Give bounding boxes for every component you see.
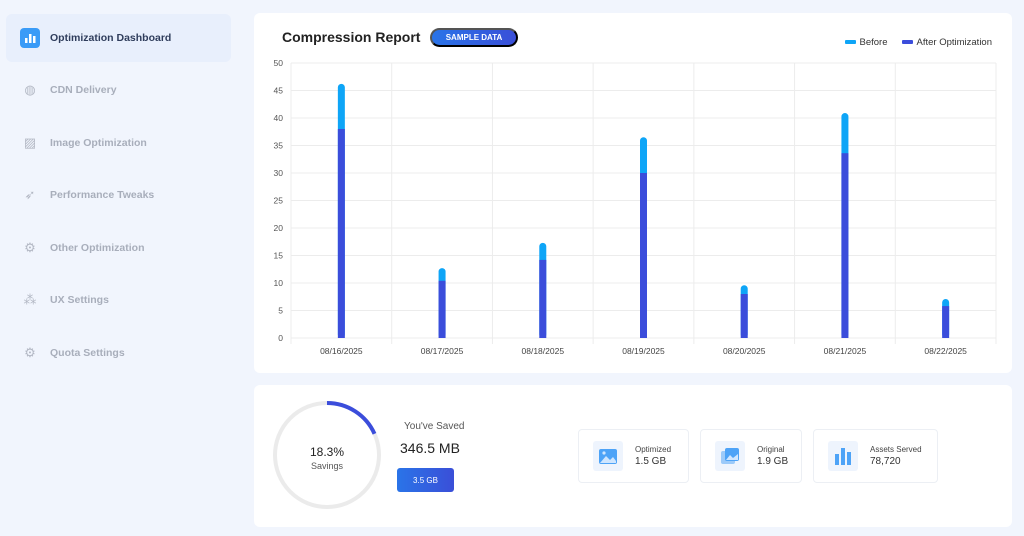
y-tick-label: 35 <box>274 141 284 151</box>
y-tick-label: 50 <box>274 58 284 68</box>
sidebar-item-label: Performance Tweaks <box>50 189 155 201</box>
bar-after <box>942 306 950 338</box>
stat-assets-served: Assets Served 78,720 <box>813 429 938 483</box>
sidebar-item-other-optimization[interactable]: ⚙ Other Optimization <box>6 224 231 272</box>
globe-icon: ◍ <box>24 82 36 97</box>
y-tick-label: 20 <box>274 223 284 233</box>
compression-report-card: Compression Report SAMPLE DATA Before Af… <box>254 13 1012 373</box>
bar-after <box>539 259 547 338</box>
images-icon <box>715 441 745 471</box>
sidebar-item-label: Image Optimization <box>50 137 147 149</box>
sidebar-item-optimization-dashboard[interactable]: Optimization Dashboard <box>6 14 231 62</box>
sidebar-item-quota-settings[interactable]: ⚙ Quota Settings <box>6 329 231 377</box>
saved-value: 346.5 MB <box>400 440 460 456</box>
total-size-button[interactable]: 3.5 GB <box>397 468 454 492</box>
saved-label: You've Saved <box>404 421 465 432</box>
bar-chart-icon <box>20 28 40 48</box>
y-tick-label: 25 <box>274 196 284 206</box>
image-icon <box>593 441 623 471</box>
gear-icon: ⚙ <box>24 345 36 360</box>
x-tick-label: 08/21/2025 <box>824 346 867 356</box>
savings-percent: 18.3% <box>309 445 345 459</box>
y-tick-label: 40 <box>274 113 284 123</box>
bar-after <box>438 280 446 338</box>
y-tick-label: 0 <box>278 333 283 343</box>
sidebar-item-performance-tweaks[interactable]: ➶ Performance Tweaks <box>6 171 231 219</box>
nodes-icon: ⁂ <box>23 292 37 307</box>
y-tick-label: 10 <box>274 278 284 288</box>
sidebar-item-ux-settings[interactable]: ⁂ UX Settings <box>6 276 231 324</box>
x-tick-label: 08/20/2025 <box>723 346 766 356</box>
x-tick-label: 08/22/2025 <box>924 346 967 356</box>
y-tick-label: 45 <box>274 86 284 96</box>
sidebar-item-label: CDN Delivery <box>50 84 117 96</box>
image-icon: ▨ <box>23 135 37 150</box>
bar-after <box>337 129 345 338</box>
sidebar-item-label: Other Optimization <box>50 242 145 254</box>
y-tick-label: 30 <box>274 168 284 178</box>
bar-chart-icon <box>828 441 858 471</box>
stat-original: Original 1.9 GB <box>700 429 802 483</box>
bar-chart: 0 5 10 15 20 25 30 35 40 45 50 08/16/2025 08/17/2025… <box>274 58 997 356</box>
savings-card: 18.3% Savings You've Saved 346.5 MB 3.5 … <box>254 385 1012 527</box>
savings-label: Savings <box>310 461 344 471</box>
gear-icon: ⚙ <box>24 240 36 255</box>
y-tick-label: 15 <box>274 251 284 261</box>
bar-after <box>841 153 849 338</box>
rocket-icon: ➶ <box>24 187 36 202</box>
x-tick-label: 08/16/2025 <box>320 346 363 356</box>
x-tick-label: 08/17/2025 <box>421 346 464 356</box>
sidebar-item-label: Optimization Dashboard <box>50 32 172 44</box>
x-tick-label: 08/19/2025 <box>622 346 665 356</box>
sidebar-item-image-optimization[interactable]: ▨ Image Optimization <box>6 119 231 167</box>
sidebar-item-cdn-delivery[interactable]: ◍ CDN Delivery <box>6 66 231 114</box>
sidebar-item-label: Quota Settings <box>50 347 125 359</box>
y-tick-label: 5 <box>278 306 283 316</box>
x-tick-label: 08/18/2025 <box>522 346 565 356</box>
bar-after <box>640 173 647 338</box>
stat-optimized: Optimized 1.5 GB <box>578 429 689 483</box>
bar-after <box>740 294 748 338</box>
sidebar: Optimization Dashboard ◍ CDN Delivery ▨ … <box>0 0 240 536</box>
sidebar-item-label: UX Settings <box>50 294 109 306</box>
